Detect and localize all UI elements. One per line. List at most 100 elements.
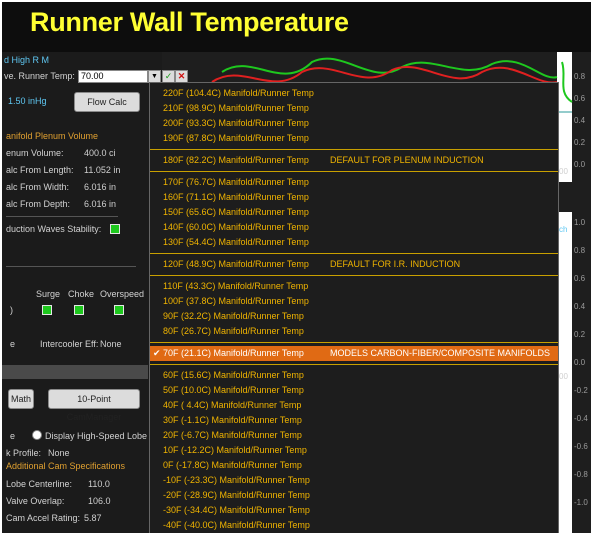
overspeed-label: Overspeed: [100, 289, 145, 299]
dropdown-option[interactable]: 100F (37.8C) Manifold/Runner Temp: [150, 294, 558, 309]
dropdown-option[interactable]: -20F (-28.9C) Manifold/Runner Temp: [150, 488, 558, 503]
dropdown-option[interactable]: 180F (82.2C) Manifold/Runner Temp DEFAULT…: [150, 153, 558, 168]
cam-manager-button[interactable]: 10-Point CamManager: [48, 389, 140, 422]
option-label: 210F (98.9C) Manifold/Runner Temp: [163, 103, 309, 113]
cam-spec-label: Cam Accel Rating:: [6, 513, 81, 523]
dropdown-separator: [150, 171, 558, 172]
high-speed-lobe-radio[interactable]: [32, 430, 42, 440]
dropdown-separator: [150, 342, 558, 343]
page-title: Runner Wall Temperature: [30, 7, 349, 37]
graph-tick: 0.0: [574, 358, 586, 367]
graph-label: 00: [559, 372, 568, 381]
option-label: 70F (21.1C) Manifold/Runner Temp: [163, 348, 304, 358]
dropdown-option[interactable]: 10F (-12.2C) Manifold/Runner Temp: [150, 443, 558, 458]
option-label: 10F (-12.2C) Manifold/Runner Temp: [163, 445, 307, 455]
graph-tick: 0.4: [574, 302, 586, 311]
cam-spec-label: Valve Overlap:: [6, 496, 65, 506]
dropdown-separator: [150, 149, 558, 150]
graph-tick: 0.8: [574, 72, 586, 81]
dropdown-option[interactable]: 210F (98.9C) Manifold/Runner Temp: [150, 101, 558, 116]
cam-spec-value: 106.0: [88, 496, 111, 506]
cropped-label: e: [10, 339, 16, 349]
plenum-row-label: alc From Depth:: [6, 199, 71, 209]
cropped-label: ): [10, 305, 13, 315]
option-label: 0F (-17.8C) Manifold/Runner Temp: [163, 460, 302, 470]
dropdown-option[interactable]: 200F (93.3C) Manifold/Runner Temp: [150, 116, 558, 131]
dropdown-separator: [150, 253, 558, 254]
additional-cam-header: Additional Cam Specifications: [6, 461, 126, 471]
dropdown-option[interactable]: 190F (87.8C) Manifold/Runner Temp: [150, 131, 558, 146]
option-label: 200F (93.3C) Manifold/Runner Temp: [163, 118, 309, 128]
option-default-note: MODELS CARBON-FIBER/COMPOSITE MANIFOLDS: [330, 348, 551, 358]
graph-tick: -1.0: [574, 498, 588, 507]
waves-stability-checkbox[interactable]: [110, 224, 120, 234]
dropdown-option[interactable]: 30F (-1.1C) Manifold/Runner Temp: [150, 413, 558, 428]
dropdown-option[interactable]: 90F (32.2C) Manifold/Runner Temp: [150, 309, 558, 324]
option-label: 100F (37.8C) Manifold/Runner Temp: [163, 296, 309, 306]
surge-checkbox[interactable]: [42, 305, 52, 315]
graph-tick: -0.6: [574, 442, 588, 451]
surge-label: Surge: [36, 289, 61, 299]
dropdown-option[interactable]: 60F (15.6C) Manifold/Runner Temp: [150, 368, 558, 383]
graph-tick: 0.6: [574, 94, 586, 103]
option-label: 50F (10.0C) Manifold/Runner Temp: [163, 385, 304, 395]
choke-label: Choke: [68, 289, 95, 299]
cam-spec-value: 5.87: [84, 513, 102, 523]
plenum-row-label: enum Volume:: [6, 148, 64, 158]
graph-tick: 0.8: [574, 246, 586, 255]
graph-tick: 0.2: [574, 138, 586, 147]
option-label: 120F (48.9C) Manifold/Runner Temp: [163, 259, 309, 269]
option-label: 60F (15.6C) Manifold/Runner Temp: [163, 370, 304, 380]
option-label: 90F (32.2C) Manifold/Runner Temp: [163, 311, 304, 321]
graph-tick: 1.0: [574, 218, 586, 227]
dropdown-option[interactable]: 110F (43.3C) Manifold/Runner Temp: [150, 279, 558, 294]
dropdown-option[interactable]: 20F (-6.7C) Manifold/Runner Temp: [150, 428, 558, 443]
title-banner: Runner Wall Temperature: [2, 2, 591, 52]
option-label: 20F (-6.7C) Manifold/Runner Temp: [163, 430, 302, 440]
plenum-row-value: 400.0 ci: [84, 148, 116, 158]
option-label: 130F (54.4C) Manifold/Runner Temp: [163, 237, 309, 247]
dropdown-option[interactable]: 40F ( 4.4C) Manifold/Runner Temp: [150, 398, 558, 413]
dropdown-option[interactable]: 80F (26.7C) Manifold/Runner Temp: [150, 324, 558, 339]
flow-calc-button[interactable]: Flow Calc: [74, 92, 140, 112]
intercooler-value: None: [100, 339, 122, 349]
profile-label: k Profile:: [6, 448, 42, 458]
option-label: 40F ( 4.4C) Manifold/Runner Temp: [163, 400, 302, 410]
runner-temp-input[interactable]: 70.00: [78, 70, 148, 83]
cam-spec-value: 110.0: [88, 479, 110, 489]
cam-spec-label: Lobe Centerline:: [6, 479, 73, 489]
runner-temp-dropdown-list[interactable]: 220F (104.4C) Manifold/Runner Temp 210F (…: [149, 82, 559, 533]
dropdown-option[interactable]: 150F (65.6C) Manifold/Runner Temp: [150, 205, 558, 220]
section-bar: [2, 365, 148, 379]
option-label: 80F (26.7C) Manifold/Runner Temp: [163, 326, 304, 336]
dropdown-option[interactable]: -10F (-23.3C) Manifold/Runner Temp: [150, 473, 558, 488]
dropdown-option[interactable]: 0F (-17.8C) Manifold/Runner Temp: [150, 458, 558, 473]
dropdown-option-selected[interactable]: ✔ 70F (21.1C) Manifold/Runner Temp MODELS …: [150, 346, 558, 361]
choke-checkbox[interactable]: [74, 305, 84, 315]
dropdown-option[interactable]: 170F (76.7C) Manifold/Runner Temp: [150, 175, 558, 190]
math-button[interactable]: Math: [8, 389, 34, 409]
dropdown-option[interactable]: 50F (10.0C) Manifold/Runner Temp: [150, 383, 558, 398]
dropdown-option[interactable]: 130F (54.4C) Manifold/Runner Temp: [150, 235, 558, 250]
option-label: 220F (104.4C) Manifold/Runner Temp: [163, 88, 314, 98]
plenum-header: anifold Plenum Volume: [6, 131, 99, 141]
overspeed-checkbox[interactable]: [114, 305, 124, 315]
intercooler-label: Intercooler Eff:: [40, 339, 99, 349]
selected-check-icon: ✔: [153, 348, 161, 358]
dropdown-option[interactable]: 120F (48.9C) Manifold/Runner Temp DEFAULT…: [150, 257, 558, 272]
app-window: 0.8 0.6 0.4 0.2 0.0 1.0 0.8 0.6 0.4 0.2 …: [2, 52, 591, 533]
dropdown-option[interactable]: -30F (-34.4C) Manifold/Runner Temp: [150, 503, 558, 518]
dropdown-option[interactable]: -40F (-40.0C) Manifold/Runner Temp: [150, 518, 558, 533]
option-label: -30F (-34.4C) Manifold/Runner Temp: [163, 505, 310, 515]
graph-tick: 0.2: [574, 330, 586, 339]
divider: [6, 216, 118, 217]
cropped-label: e: [10, 431, 16, 441]
plenum-row-label: alc From Width:: [6, 182, 70, 192]
dropdown-option[interactable]: 220F (104.4C) Manifold/Runner Temp: [150, 86, 558, 101]
runner-temp-label: ve. Runner Temp:: [4, 71, 75, 81]
option-default-note: DEFAULT FOR I.R. INDUCTION: [330, 259, 461, 269]
dropdown-option[interactable]: 140F (60.0C) Manifold/Runner Temp: [150, 220, 558, 235]
graph-tick: 0.0: [574, 160, 586, 169]
graph-tick: 0.6: [574, 274, 586, 283]
dropdown-option[interactable]: 160F (71.1C) Manifold/Runner Temp: [150, 190, 558, 205]
